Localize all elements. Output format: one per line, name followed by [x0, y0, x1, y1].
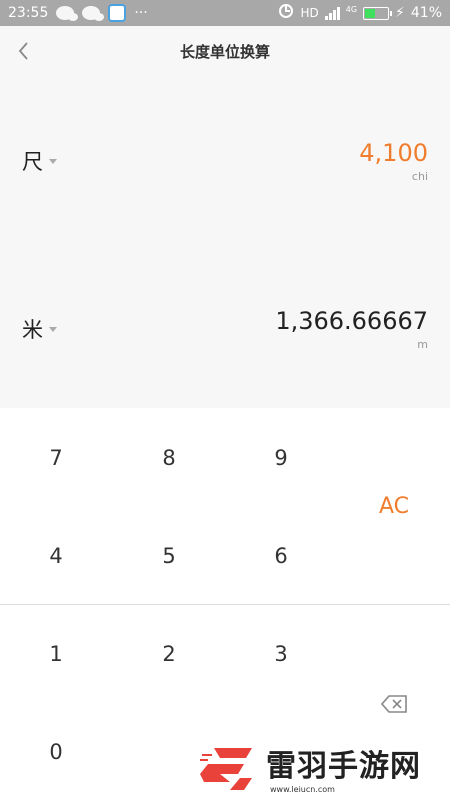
key-5[interactable]: 5: [139, 544, 199, 568]
from-unit-label: 尺: [22, 150, 43, 174]
status-time: 23:55: [8, 5, 49, 21]
to-value: 1,366.66667: [275, 307, 428, 335]
chevron-down-icon: [49, 158, 57, 164]
key-6[interactable]: 6: [251, 544, 311, 568]
keypad-divider: [0, 604, 450, 605]
to-unit-row[interactable]: 米 1,366.66667 m: [0, 298, 450, 368]
wechat-icon: [56, 6, 79, 21]
key-1[interactable]: 1: [26, 642, 86, 666]
more-notifications-icon: ···: [134, 5, 148, 21]
app-header: 长度单位换算: [0, 26, 450, 76]
from-value: 4,100: [359, 139, 428, 167]
key-2[interactable]: 2: [139, 642, 199, 666]
clear-button[interactable]: AC: [364, 494, 424, 519]
to-unit-selector[interactable]: 米: [22, 314, 57, 344]
key-8[interactable]: 8: [139, 446, 199, 470]
weather-app-icon: [108, 4, 127, 22]
battery-fill: [365, 8, 375, 18]
backspace-icon[interactable]: [380, 693, 410, 715]
battery-icon: [363, 6, 393, 20]
key-4[interactable]: 4: [26, 544, 86, 568]
charging-icon: ⚡: [395, 5, 405, 21]
page-title: 长度单位换算: [179, 42, 270, 61]
key-7[interactable]: 7: [26, 446, 86, 470]
back-icon[interactable]: [14, 40, 34, 62]
network-type-label: 4G: [345, 5, 358, 14]
watermark-url: www.leiucn.com: [270, 785, 335, 794]
battery-percent: 41%: [410, 5, 442, 21]
key-0[interactable]: 0: [26, 740, 86, 764]
watermark-name: 雷羽手游网: [266, 749, 421, 784]
from-unit-abbr: chi: [411, 170, 428, 183]
chevron-down-icon: [49, 326, 57, 332]
watermark-logo-icon: [200, 742, 258, 794]
data-saver-icon: [278, 3, 294, 23]
key-3[interactable]: 3: [251, 642, 311, 666]
watermark: 雷羽手游网 www.leiucn.com: [200, 740, 445, 795]
wechat-icon-2: [82, 6, 105, 21]
to-unit-abbr: m: [417, 338, 428, 351]
from-unit-row[interactable]: 尺 4,100 chi: [0, 130, 450, 200]
from-unit-selector[interactable]: 尺: [22, 146, 57, 176]
hd-label: HD: [300, 6, 319, 20]
to-unit-label: 米: [22, 318, 43, 342]
status-bar: 23:55 ··· HD 4G ⚡ 41%: [0, 0, 450, 26]
key-9[interactable]: 9: [251, 446, 311, 470]
signal-icon: [324, 6, 340, 20]
